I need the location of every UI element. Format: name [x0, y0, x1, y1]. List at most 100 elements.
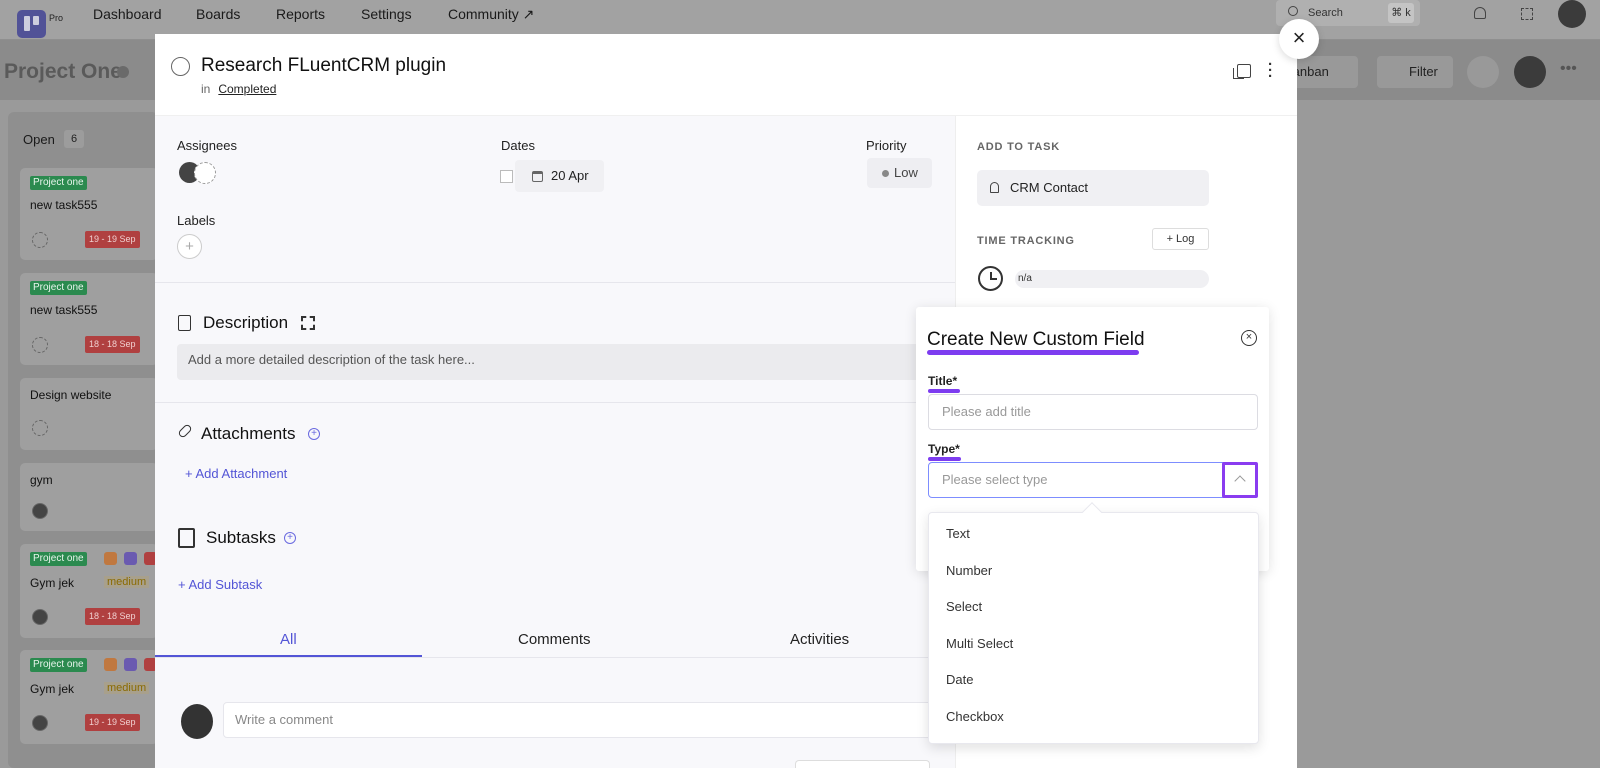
fullscreen-icon[interactable] — [1521, 8, 1533, 20]
comment-input[interactable]: Write a comment — [223, 702, 936, 738]
assignee-avatar[interactable] — [32, 609, 48, 625]
add-circle-icon[interactable]: + — [284, 532, 296, 544]
assignee-avatar[interactable] — [32, 503, 48, 519]
close-modal-button[interactable]: × — [1279, 19, 1319, 59]
nav-reports[interactable]: Reports — [276, 6, 325, 22]
column-name: Open — [23, 132, 55, 147]
add-subtask-link[interactable]: + Add Subtask — [178, 577, 262, 592]
card-tag: Project one — [30, 176, 87, 190]
card-title: Gym jek — [30, 682, 75, 696]
task-card[interactable]: Design website — [20, 378, 158, 450]
filter-button[interactable]: Filter — [1377, 56, 1453, 88]
task-card[interactable]: gym — [20, 463, 158, 531]
log-time-button[interactable]: + Log — [1152, 228, 1209, 250]
type-option-select[interactable]: Select — [946, 599, 982, 614]
time-tracked-value: n/a — [1015, 270, 1209, 288]
copy-icon[interactable] — [1233, 64, 1251, 79]
assignee-placeholder-icon[interactable] — [32, 337, 48, 353]
chevron-up-icon[interactable] — [1222, 462, 1258, 498]
tab-activities[interactable]: Activities — [790, 631, 849, 648]
divider — [155, 402, 955, 403]
priority-select[interactable]: Low — [867, 158, 932, 188]
card-title: Gym jek — [30, 576, 75, 590]
add-circle-icon[interactable]: + — [308, 428, 320, 440]
title-underline — [928, 389, 960, 393]
tab-all[interactable]: All — [280, 631, 297, 648]
date-checkbox[interactable] — [500, 170, 513, 183]
active-tab-indicator — [155, 655, 422, 657]
card-date: 18 - 18 Sep — [85, 608, 140, 625]
type-option-text[interactable]: Text — [946, 526, 970, 541]
task-stage-line: in Completed — [201, 82, 276, 96]
clock-icon — [978, 266, 1003, 291]
add-to-task-heading: ADD TO TASK — [977, 141, 1060, 153]
document-icon — [178, 315, 191, 331]
custom-field-title-input[interactable]: Please add title — [928, 394, 1258, 430]
type-option-number[interactable]: Number — [946, 563, 992, 578]
stage-link[interactable]: Completed — [218, 82, 276, 96]
description-input[interactable]: Add a more detailed description of the t… — [177, 344, 937, 380]
subtasks-icon — [178, 528, 195, 548]
divider — [155, 282, 955, 283]
card-date: 19 - 19 Sep — [85, 231, 140, 248]
app-logo[interactable] — [17, 10, 46, 38]
type-option-date[interactable]: Date — [946, 672, 973, 687]
dates-label: Dates — [501, 138, 535, 153]
crm-contact-button[interactable]: CRM Contact — [977, 170, 1209, 206]
card-date: 19 - 19 Sep — [85, 714, 140, 731]
label-dot — [124, 658, 137, 671]
assignees-label: Assignees — [177, 138, 237, 153]
user-avatar[interactable] — [1558, 0, 1586, 28]
title-label: Title* — [928, 374, 958, 388]
add-assignee-icon[interactable] — [194, 162, 216, 184]
commenter-avatar — [181, 704, 213, 739]
card-title: new task555 — [30, 303, 98, 317]
add-attachment-label: Add Attachment — [195, 466, 288, 481]
card-title: gym — [30, 473, 53, 487]
task-card[interactable]: Project one Gym jek medium 19 - 19 Sep — [20, 650, 158, 744]
task-card[interactable]: Project one new task555 18 - 18 Sep — [20, 273, 158, 365]
nav-dashboard[interactable]: Dashboard — [93, 6, 162, 22]
calendar-icon — [532, 171, 543, 182]
task-title[interactable]: Research FLuentCRM plugin — [201, 55, 446, 77]
task-card[interactable]: Project one Gym jek medium 18 - 18 Sep — [20, 544, 158, 638]
type-label: Type* — [928, 442, 960, 456]
bell-icon[interactable] — [1474, 7, 1486, 19]
priority-label: Priority — [866, 138, 907, 153]
nav-settings[interactable]: Settings — [361, 6, 412, 22]
task-card[interactable]: Project one new task555 19 - 19 Sep — [20, 168, 158, 260]
more-vertical-icon[interactable]: · · · — [1268, 57, 1273, 84]
label-dot — [104, 658, 117, 671]
info-icon[interactable] — [117, 66, 129, 78]
assignee-placeholder-icon[interactable] — [32, 420, 48, 436]
card-tag: Project one — [30, 552, 87, 566]
user-icon — [990, 182, 999, 193]
description-heading: Description — [203, 313, 289, 332]
in-label: in — [201, 82, 211, 96]
member-avatar[interactable] — [1514, 56, 1546, 88]
column-count: 6 — [64, 130, 84, 148]
card-title: Design website — [30, 388, 112, 402]
more-icon[interactable]: ••• — [1560, 60, 1577, 78]
assignee-avatar[interactable] — [32, 715, 48, 731]
tab-comments[interactable]: Comments — [518, 631, 591, 648]
nav-boards[interactable]: Boards — [196, 6, 240, 22]
priority-badge: medium — [104, 682, 150, 694]
priority-badge: medium — [104, 576, 150, 588]
add-label-button[interactable]: + — [177, 234, 202, 259]
close-circle-icon[interactable]: × — [1241, 330, 1257, 346]
card-date: 18 - 18 Sep — [85, 336, 140, 353]
refresh-icon[interactable] — [1467, 56, 1499, 88]
nav-community[interactable]: Community ↗ — [448, 6, 534, 23]
complete-checkbox[interactable] — [171, 57, 190, 76]
add-subtask-label: Add Subtask — [188, 577, 263, 592]
date-picker[interactable]: 20 Apr — [515, 160, 604, 192]
type-option-checkbox[interactable]: Checkbox — [946, 709, 1004, 724]
pro-badge: Pro — [49, 13, 64, 23]
add-attachment-link[interactable]: + Add Attachment — [185, 466, 287, 481]
custom-field-type-select[interactable]: Please select type — [928, 462, 1258, 498]
type-option-multi-select[interactable]: Multi Select — [946, 636, 1013, 651]
assignee-placeholder-icon[interactable] — [32, 232, 48, 248]
label-dot — [124, 552, 137, 565]
expand-icon[interactable] — [301, 316, 315, 330]
